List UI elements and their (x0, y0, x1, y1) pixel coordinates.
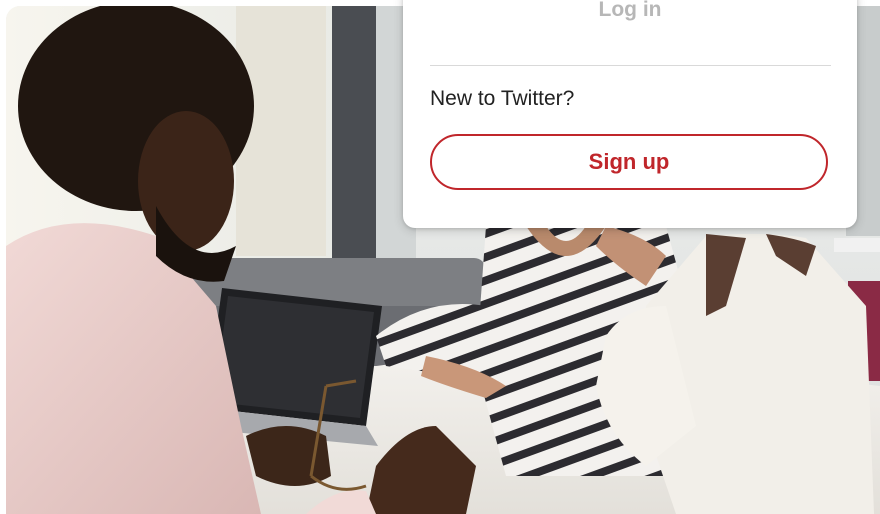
card-divider (430, 65, 831, 66)
signup-button[interactable]: Sign up (430, 134, 828, 190)
login-link[interactable]: Log in (403, 0, 857, 22)
login-card: Log in New to Twitter? Sign up (403, 0, 857, 228)
signup-prompt-text: New to Twitter? (430, 87, 575, 110)
